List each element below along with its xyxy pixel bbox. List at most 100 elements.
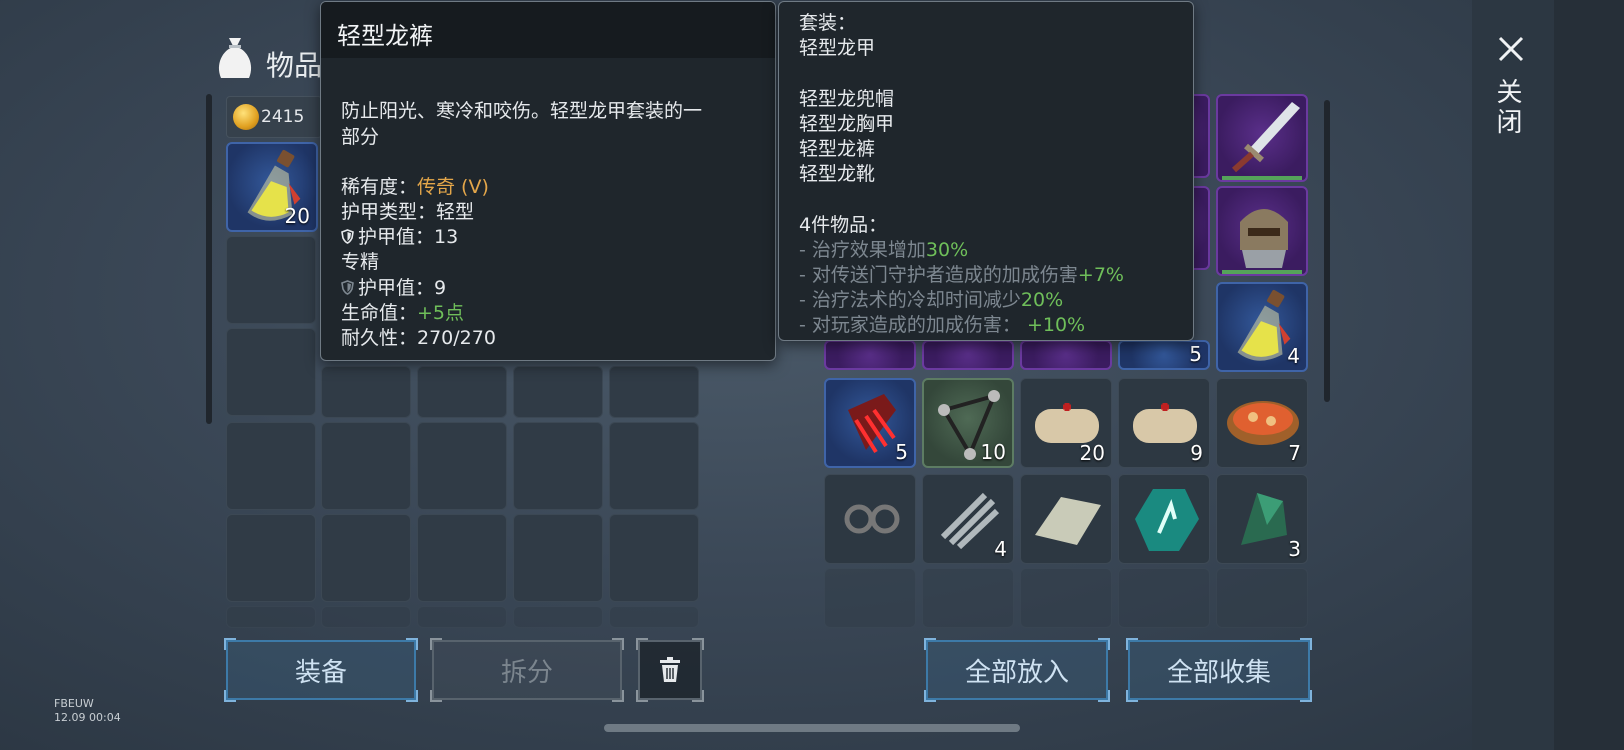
set-piece: 轻型龙兜帽 — [799, 88, 895, 110]
close-label[interactable]: 关闭 — [1492, 78, 1526, 138]
durability-bar — [1222, 176, 1302, 180]
bandage-slot[interactable]: 9 — [1118, 378, 1210, 468]
specialization-label: 专精 — [341, 251, 380, 273]
rune-stone-slot[interactable] — [1118, 474, 1210, 564]
inventory-slot[interactable] — [417, 422, 507, 510]
handcuffs-slot[interactable] — [824, 474, 916, 564]
inventory-slot[interactable] — [922, 568, 1014, 628]
inventory-slot[interactable] — [226, 606, 316, 628]
bonus-text: - 对传送门守护者造成的加成伤害 — [799, 264, 1078, 286]
armor-slot[interactable] — [824, 340, 916, 370]
orb-qty: 5 — [1189, 342, 1202, 366]
claw-slot[interactable]: 5 — [824, 378, 916, 468]
bandage-slot[interactable]: 20 — [1020, 378, 1112, 468]
set-piece: 轻型龙裤 — [799, 138, 876, 160]
delete-button[interactable] — [636, 638, 704, 702]
inventory-slot[interactable] — [1118, 568, 1210, 628]
ingot-slot[interactable] — [1020, 474, 1112, 564]
armor-type: 护甲类型：轻型 — [341, 201, 475, 223]
set-bonus: - 治疗法术的冷却时间减少20% — [799, 285, 1063, 312]
ingot-icon — [1035, 497, 1101, 545]
inventory-slot[interactable] — [513, 514, 603, 602]
armor-slot[interactable] — [922, 340, 1014, 370]
tooltip-header: 轻型龙裤 — [321, 2, 775, 58]
stew-slot[interactable]: 7 — [1216, 378, 1308, 468]
timestamp: 12.09 00:04 — [54, 711, 121, 724]
equip-button[interactable]: 装备 — [224, 638, 418, 702]
armor-value-row: 护甲值：13 — [341, 222, 458, 249]
handcuffs-icon — [844, 504, 900, 534]
set-bonus: - 治疗效果增加30% — [799, 235, 968, 262]
put-all-label: 全部放入 — [964, 657, 1069, 688]
inventory-slot[interactable] — [1020, 568, 1112, 628]
home-indicator[interactable] — [604, 724, 1020, 732]
right-scrollbar[interactable] — [1324, 100, 1330, 402]
hp-row: 生命值：+5点 — [341, 298, 464, 325]
sword-icon — [1232, 102, 1300, 173]
bandage-qty: 9 — [1190, 441, 1203, 465]
inventory-slot[interactable] — [1216, 568, 1308, 628]
inventory-slot[interactable] — [226, 236, 316, 324]
bonus-value: 30% — [925, 239, 969, 261]
crystal-qty: 3 — [1288, 537, 1301, 561]
collect-all-label: 全部收集 — [1166, 657, 1271, 688]
equip-label: 装备 — [294, 657, 347, 688]
inventory-slot[interactable] — [226, 514, 316, 602]
collect-all-button[interactable]: 全部收集 — [1126, 638, 1312, 702]
put-all-button[interactable]: 全部放入 — [924, 638, 1110, 702]
bonus-text: - 治疗法术的冷却时间减少 — [799, 289, 1021, 311]
set-piece: 轻型龙胸甲 — [799, 113, 895, 135]
inventory-slot[interactable] — [824, 568, 916, 628]
left-scrollbar[interactable] — [206, 94, 212, 424]
helmet-slot[interactable] — [1216, 186, 1308, 276]
armor-value: 护甲值：13 — [358, 226, 459, 248]
potion-qty: 4 — [1287, 344, 1300, 368]
trash-icon — [660, 657, 680, 682]
sword-slot[interactable] — [1216, 94, 1308, 182]
potion-slot[interactable]: 20 — [226, 142, 318, 232]
inventory-slot[interactable] — [513, 606, 603, 628]
inventory-slot[interactable] — [513, 366, 603, 418]
inventory-slot[interactable] — [417, 514, 507, 602]
orb-slot[interactable]: 5 — [1118, 340, 1210, 370]
inventory-slot[interactable] — [226, 328, 316, 416]
potion-slot[interactable]: 4 — [1216, 282, 1308, 372]
currency-display: 2415 — [226, 96, 322, 138]
stew-qty: 7 — [1288, 441, 1301, 465]
rarity-row: 稀有度：传奇 (V) — [341, 172, 489, 199]
inventory-slot[interactable] — [321, 514, 411, 602]
trap-slot[interactable]: 10 — [922, 378, 1014, 468]
armor-slot[interactable] — [1020, 340, 1112, 370]
metal-rods-qty: 4 — [994, 537, 1007, 561]
helmet-icon — [1240, 209, 1288, 268]
rarity-value: 传奇 (V) — [417, 176, 489, 198]
inventory-slot[interactable] — [417, 366, 507, 418]
inventory-slot[interactable] — [609, 422, 699, 510]
inventory-slot[interactable] — [513, 422, 603, 510]
trap-qty: 10 — [980, 440, 1006, 464]
inventory-slot[interactable] — [609, 606, 699, 628]
inventory-slot[interactable] — [609, 366, 699, 418]
spec-armor-value: 护甲值：9 — [358, 277, 447, 299]
spec-armor-row: 护甲值：9 — [341, 273, 446, 300]
durability-bar — [1222, 270, 1302, 274]
inventory-slot[interactable] — [321, 606, 411, 628]
item-description-cont: 部分 — [341, 126, 380, 148]
inventory-slot[interactable] — [226, 422, 316, 510]
durability: 耐久性：270/270 — [341, 327, 496, 349]
crystal-slot[interactable]: 3 — [1216, 474, 1308, 564]
set-piece: 轻型龙靴 — [799, 163, 876, 185]
set-bonus-header: 4件物品： — [799, 214, 888, 236]
inventory-slot[interactable] — [417, 606, 507, 628]
inventory-slot[interactable] — [321, 422, 411, 510]
hp-value: +5点 — [417, 302, 465, 324]
metal-rods-slot[interactable]: 4 — [922, 474, 1014, 564]
potion-qty: 20 — [284, 204, 310, 228]
inventory-slot[interactable] — [609, 514, 699, 602]
set-bonus: - 对传送门守护者造成的加成伤害+7% — [799, 260, 1124, 287]
inventory-slot[interactable] — [321, 366, 411, 418]
server-code: FBEUW — [54, 697, 94, 710]
item-description: 防止阳光、寒冷和咬伤。轻型龙甲套装的一 — [341, 100, 703, 122]
split-button[interactable]: 拆分 — [430, 638, 624, 702]
close-icon[interactable] — [1496, 34, 1526, 64]
